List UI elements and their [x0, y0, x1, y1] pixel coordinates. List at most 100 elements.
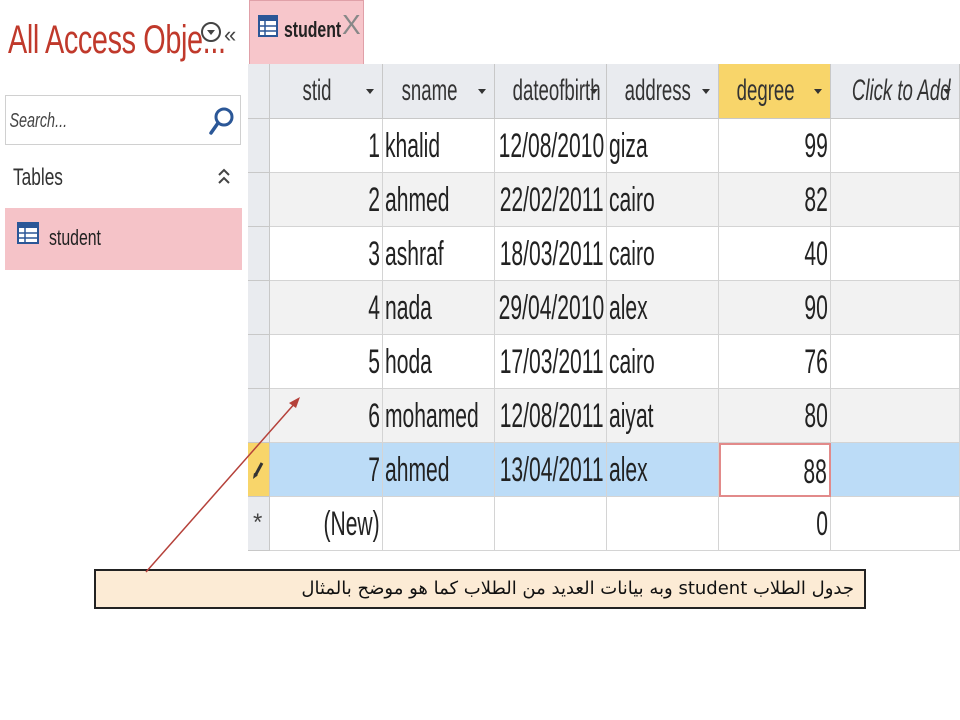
table-row[interactable]: 5 hoda 17/03/2011 cairo 76 [248, 335, 960, 389]
dropdown-arrow-icon[interactable] [366, 89, 374, 94]
cell-degree[interactable]: 80 [719, 389, 831, 443]
collapse-pane-icon[interactable]: « [224, 24, 236, 46]
dropdown-arrow-icon[interactable] [478, 89, 486, 94]
dropdown-arrow-icon[interactable] [943, 89, 951, 94]
dropdown-arrow-icon[interactable] [814, 89, 822, 94]
cell-address[interactable]: cairo [607, 173, 719, 227]
cell-degree[interactable]: 88 [719, 443, 831, 497]
cell-degree[interactable]: 99 [719, 119, 831, 173]
tab-student[interactable]: student X [249, 0, 364, 64]
nav-pane-title[interactable]: All Access Obje... [8, 18, 226, 63]
cell-dateofbirth[interactable]: 12/08/2011 [495, 389, 607, 443]
cell-address[interactable]: cairo [607, 227, 719, 281]
cell-add[interactable] [831, 281, 960, 335]
column-header-dateofbirth[interactable]: dateofbirth [495, 64, 607, 119]
cell-value: alex [609, 289, 648, 327]
cell-address[interactable]: cairo [607, 335, 719, 389]
record-selector[interactable] [248, 389, 270, 443]
cell-dateofbirth[interactable]: 17/03/2011 [495, 335, 607, 389]
cell-degree[interactable]: 40 [719, 227, 831, 281]
cell-sname[interactable]: ahmed [383, 443, 495, 497]
cell-value: ashraf [385, 235, 444, 273]
record-selector[interactable] [248, 281, 270, 335]
record-selector[interactable] [248, 119, 270, 173]
cell-value: 80 [804, 397, 828, 435]
cell-value: nada [385, 289, 432, 327]
cell-stid[interactable]: 6 [270, 389, 383, 443]
cell-dateofbirth[interactable]: 12/08/2010 [495, 119, 607, 173]
record-selector[interactable]: * [248, 497, 270, 551]
cell-address[interactable]: giza [607, 119, 719, 173]
chevron-up-icon[interactable] [217, 166, 231, 188]
cell-sname[interactable] [383, 497, 495, 551]
cell-dateofbirth[interactable] [495, 497, 607, 551]
tab-label: student [284, 17, 342, 42]
cell-value: cairo [609, 235, 655, 273]
cell-add[interactable] [831, 173, 960, 227]
table-row[interactable]: 3 ashraf 18/03/2011 cairo 40 [248, 227, 960, 281]
cell-sname[interactable]: ahmed [383, 173, 495, 227]
cell-address[interactable]: alex [607, 281, 719, 335]
cell-address[interactable]: aiyat [607, 389, 719, 443]
dropdown-arrow-icon[interactable] [590, 89, 598, 94]
cell-add[interactable] [831, 497, 960, 551]
search-icon[interactable] [208, 106, 236, 136]
cell-dateofbirth[interactable]: 18/03/2011 [495, 227, 607, 281]
record-selector[interactable] [248, 173, 270, 227]
cell-add[interactable] [831, 119, 960, 173]
column-header-address[interactable]: address [607, 64, 719, 119]
search-input[interactable] [8, 104, 155, 138]
nav-item-student[interactable]: student [5, 208, 242, 270]
cell-stid[interactable]: 5 [270, 335, 383, 389]
cell-address[interactable]: alex [607, 443, 719, 497]
cell-sname[interactable]: mohamed [383, 389, 495, 443]
close-icon[interactable]: X [342, 11, 361, 39]
cell-stid[interactable]: 3 [270, 227, 383, 281]
asterisk-icon: * [253, 509, 263, 536]
cell-dateofbirth[interactable]: 13/04/2011 [495, 443, 607, 497]
cell-stid[interactable]: (New) [270, 497, 383, 551]
cell-sname[interactable]: ashraf [383, 227, 495, 281]
record-selector[interactable] [248, 335, 270, 389]
record-selector[interactable] [248, 227, 270, 281]
nav-menu-dropdown-icon[interactable] [201, 22, 221, 42]
cell-degree[interactable]: 76 [719, 335, 831, 389]
cell-value: ahmed [385, 451, 450, 489]
new-record-row[interactable]: * (New) 0 [248, 497, 960, 551]
table-row[interactable]: 1 khalid 12/08/2010 giza 99 [248, 119, 960, 173]
column-header-degree[interactable]: degree [719, 64, 831, 119]
cell-stid[interactable]: 4 [270, 281, 383, 335]
cell-sname[interactable]: khalid [383, 119, 495, 173]
cell-stid[interactable]: 1 [270, 119, 383, 173]
dropdown-arrow-icon[interactable] [702, 89, 710, 94]
select-all-corner[interactable] [248, 64, 270, 119]
explanation-callout: جدول الطلاب student وبه بيانات العديد من… [94, 569, 866, 609]
cell-value: giza [609, 127, 648, 165]
cell-add[interactable] [831, 335, 960, 389]
cell-add[interactable] [831, 227, 960, 281]
table-row[interactable]: 4 nada 29/04/2010 alex 90 [248, 281, 960, 335]
table-row[interactable]: 7 ahmed 13/04/2011 alex 88 [248, 443, 960, 497]
cell-dateofbirth[interactable]: 29/04/2010 [495, 281, 607, 335]
column-header-click-to-add[interactable]: Click to Add [831, 64, 960, 119]
cell-degree[interactable]: 82 [719, 173, 831, 227]
cell-add[interactable] [831, 389, 960, 443]
cell-sname[interactable]: hoda [383, 335, 495, 389]
cell-dateofbirth[interactable]: 22/02/2011 [495, 173, 607, 227]
cell-sname[interactable]: nada [383, 281, 495, 335]
column-header-sname[interactable]: sname [383, 64, 495, 119]
tables-group-label: Tables [13, 164, 63, 191]
table-row[interactable]: 2 ahmed 22/02/2011 cairo 82 [248, 173, 960, 227]
cell-stid[interactable]: 2 [270, 173, 383, 227]
cell-stid[interactable]: 7 [270, 443, 383, 497]
cell-add[interactable] [831, 443, 960, 497]
cell-degree[interactable]: 90 [719, 281, 831, 335]
cell-value: ahmed [385, 181, 450, 219]
tables-group-header[interactable]: Tables [5, 156, 241, 202]
cell-value: 0 [816, 505, 828, 543]
table-row[interactable]: 6 mohamed 12/08/2011 aiyat 80 [248, 389, 960, 443]
record-selector[interactable] [248, 443, 270, 497]
cell-address[interactable] [607, 497, 719, 551]
column-header-stid[interactable]: stid [270, 64, 383, 119]
cell-degree[interactable]: 0 [719, 497, 831, 551]
